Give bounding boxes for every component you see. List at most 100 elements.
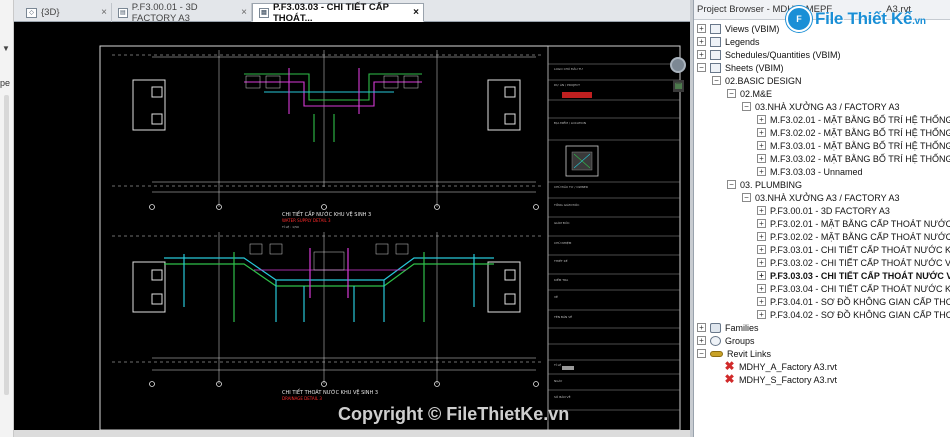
expand-toggle-icon[interactable]: +	[757, 232, 766, 241]
tree-node-label: 03.NHÀ XƯỞNG A3 / FACTORY A3	[755, 101, 900, 112]
tree-node-sheet-p-f3-02-01[interactable]: + P.F3.02.01 - MẶT BẰNG CẤP THOÁT NƯỚC T…	[757, 217, 950, 230]
tree-node-sheet-p-f3-03-02[interactable]: + P.F3.03.02 - CHI TIẾT CẤP THOÁT NƯỚC V…	[757, 256, 950, 269]
revit-window: ▼ pe ◇ {3D} × ▤ P.F3.00.01 - 3D FACTORY …	[0, 0, 950, 437]
expand-toggle-icon[interactable]: +	[697, 336, 706, 345]
collapse-toggle-icon[interactable]: −	[712, 76, 721, 85]
close-icon[interactable]: ×	[413, 7, 419, 18]
view-tools: ▤	[670, 57, 688, 97]
tree-node-sheet-p-f3-03-04[interactable]: + P.F3.03.04 - CHI TIẾT CẤP THOÁT NƯỚC K…	[757, 282, 950, 295]
expand-toggle-icon[interactable]: +	[757, 167, 766, 176]
tree-node-label: P.F3.03.02 - CHI TIẾT CẤP THOÁT NƯỚC VỆ …	[770, 257, 950, 268]
properties-scrollbar[interactable]	[4, 95, 9, 395]
tree-node-sheet-p-f3-00-01[interactable]: + P.F3.00.01 - 3D FACTORY A3	[757, 204, 890, 217]
tree-node-label: 03.NHÀ XƯỞNG A3 / FACTORY A3	[755, 192, 900, 203]
expand-toggle-icon[interactable]: +	[757, 128, 766, 137]
collapse-arrow-icon[interactable]: ▼	[2, 44, 10, 53]
zoom-icon[interactable]: ▤	[673, 80, 684, 92]
expand-toggle-icon[interactable]: +	[757, 284, 766, 293]
collapse-toggle-icon[interactable]: −	[727, 180, 736, 189]
tree-node-basic-design[interactable]: − 02.BASIC DESIGN	[712, 74, 802, 87]
tree-node-sheet-p-f3-04-02[interactable]: + P.F3.04.02 - SƠ ĐỒ KHÔNG GIAN CẤP THOÁ…	[757, 308, 950, 321]
tree-node-sheet-m-f3-03-01[interactable]: + M.F3.03.01 - MẶT BẰNG BỐ TRÍ HỆ THỐNG …	[757, 139, 950, 152]
expand-toggle-icon[interactable]: +	[697, 24, 706, 33]
tree-node-link-architecture[interactable]: ✖ MDHY_A_Factory A3.rvt	[724, 360, 837, 373]
expand-toggle-icon[interactable]: +	[697, 50, 706, 59]
tree-node-label: P.F3.03.01 - CHI TIẾT CẤP THOÁT NƯỚC KHU…	[770, 244, 950, 255]
tree-node-label: M.F3.03.02 - MẶT BẰNG BỐ TRÍ HỆ THỐNG CH…	[770, 153, 950, 164]
tree-node-sheets[interactable]: − Sheets (VBIM)	[697, 61, 784, 74]
tree-node-sheet-p-f3-03-01[interactable]: + P.F3.03.01 - CHI TIẾT CẤP THOÁT NƯỚC K…	[757, 243, 950, 256]
tree-node-sheet-p-f3-02-02[interactable]: + P.F3.02.02 - MẶT BẰNG CẤP THOÁT NƯỚC T…	[757, 230, 950, 243]
lower-drawing-subtitle: DRAINAGE DETAIL 3	[282, 396, 322, 401]
svg-text:DỰ ÁN / PROJECT: DỰ ÁN / PROJECT	[554, 82, 580, 87]
tree-node-schedules[interactable]: + Schedules/Quantities (VBIM)	[697, 48, 841, 61]
navigation-wheel-icon[interactable]	[670, 57, 686, 73]
tree-node-plumbing[interactable]: − 03. PLUMBING	[727, 178, 802, 191]
expand-toggle-icon[interactable]: +	[757, 206, 766, 215]
tree-node-sheet-m-f3-03-03[interactable]: + M.F3.03.03 - Unnamed	[757, 165, 863, 178]
close-icon[interactable]: ×	[241, 7, 247, 18]
sheet-icon: ▤	[118, 7, 128, 18]
expand-toggle-icon[interactable]: +	[697, 37, 706, 46]
tree-node-label: MDHY_S_Factory A3.rvt	[739, 374, 838, 385]
tree-node-plumbing-factory-a3[interactable]: − 03.NHÀ XƯỞNG A3 / FACTORY A3	[742, 191, 899, 204]
svg-text:TỈ LỆ: TỈ LỆ	[553, 362, 561, 367]
families-icon	[710, 322, 721, 333]
sheets-icon	[710, 62, 721, 73]
expand-toggle-icon[interactable]: +	[757, 141, 766, 150]
canvas-horizontal-scrollbar[interactable]	[14, 430, 690, 437]
collapse-toggle-icon[interactable]: −	[742, 193, 751, 202]
tab-label: P.F3.00.01 - 3D FACTORY A3	[131, 1, 198, 24]
tree-node-sheet-m-f3-02-02[interactable]: + M.F3.02.02 - MẶT BẰNG BỐ TRÍ HỆ THỐNG …	[757, 126, 950, 139]
expand-toggle-icon[interactable]: +	[757, 245, 766, 254]
collapse-toggle-icon[interactable]: −	[742, 102, 751, 111]
collapse-toggle-icon[interactable]: −	[697, 63, 706, 72]
tree-node-me-factory-a3[interactable]: − 03.NHÀ XƯỞNG A3 / FACTORY A3	[742, 100, 899, 113]
tree-node-label: P.F3.04.02 - SƠ ĐỒ KHÔNG GIAN CẤP THOÁT …	[770, 309, 950, 320]
tree-node-families[interactable]: + Families	[697, 321, 759, 334]
close-icon[interactable]: ×	[101, 7, 107, 18]
tree-node-label: M.F3.03.01 - MẶT BẰNG BỐ TRÍ HỆ THỐNG CH…	[770, 140, 950, 151]
expand-toggle-icon[interactable]: +	[757, 271, 766, 280]
expand-toggle-icon[interactable]: +	[757, 258, 766, 267]
tree-node-label: P.F3.03.04 - CHI TIẾT CẤP THOÁT NƯỚC KHU…	[770, 283, 950, 294]
tree-node-views[interactable]: + Views (VBIM)	[697, 22, 779, 35]
upper-drawing-subtitle: WATER SUPPLY DETAIL 3	[282, 218, 331, 223]
properties-label-fragment: pe	[0, 78, 11, 88]
tree-node-label: Groups	[725, 335, 755, 346]
expand-toggle-icon[interactable]: +	[757, 219, 766, 228]
expand-toggle-icon[interactable]: +	[757, 297, 766, 306]
svg-text:ĐỊA ĐIỂM / LOCATION: ĐỊA ĐIỂM / LOCATION	[554, 120, 586, 125]
schedules-icon	[710, 49, 721, 60]
svg-text:LOGO CHỦ ĐẦU TƯ: LOGO CHỦ ĐẦU TƯ	[554, 66, 583, 71]
tree-node-link-structure[interactable]: ✖ MDHY_S_Factory A3.rvt	[724, 373, 837, 386]
tree-node-me[interactable]: − 02.M&E	[727, 87, 772, 100]
collapse-toggle-icon[interactable]: −	[727, 89, 736, 98]
drawing-canvas[interactable]: LOGO CHỦ ĐẦU TƯ DỰ ÁN / PROJECT ĐỊA ĐIỂM…	[14, 22, 690, 437]
copyright-watermark: Copyright © FileThietKe.vn	[338, 404, 570, 424]
tree-node-legends[interactable]: + Legends	[697, 35, 760, 48]
lower-drawing-title: CHI TIẾT THOÁT NƯỚC KHU VỆ SINH 3	[282, 388, 378, 396]
tree-node-sheet-m-f3-03-02[interactable]: + M.F3.03.02 - MẶT BẰNG BỐ TRÍ HỆ THỐNG …	[757, 152, 950, 165]
project-browser: Project Browser - MDHY_MEPF A3.rvt F Fil…	[693, 0, 950, 437]
collapse-toggle-icon[interactable]: −	[697, 349, 706, 358]
tree-node-label: Views (VBIM)	[725, 23, 780, 34]
tree-node-sheet-m-f3-02-01[interactable]: + M.F3.02.01 - MẶT BẰNG BỐ TRÍ HỆ THỐNG …	[757, 113, 950, 126]
svg-text:CHỦ NHIỆM: CHỦ NHIỆM	[554, 240, 572, 245]
tab-3d[interactable]: ◇ {3D} ×	[20, 3, 112, 22]
svg-text:TÊN BẢN VẼ: TÊN BẢN VẼ	[553, 314, 572, 319]
tab-3d-factory-a3[interactable]: ▤ P.F3.00.01 - 3D FACTORY A3 ×	[112, 1, 252, 24]
expand-toggle-icon[interactable]: +	[697, 323, 706, 332]
tab-active-sheet[interactable]: ▤ P.F3.03.03 - CHI TIẾT CẤP THOÁT... ×	[252, 2, 424, 24]
views-icon	[710, 23, 721, 34]
expand-toggle-icon[interactable]: +	[757, 115, 766, 124]
tree-node-sheet-p-f3-03-03-current[interactable]: + P.F3.03.03 - CHI TIẾT CẤP THOÁT NƯỚC V…	[757, 269, 950, 282]
tree-node-groups[interactable]: + Groups	[697, 334, 755, 347]
tree-node-label: Sheets (VBIM)	[725, 62, 784, 73]
expand-toggle-icon[interactable]: +	[757, 310, 766, 319]
tree-node-sheet-p-f3-04-01[interactable]: + P.F3.04.01 - SƠ ĐỒ KHÔNG GIAN CẤP THOÁ…	[757, 295, 950, 308]
tree-node-label: P.F3.00.01 - 3D FACTORY A3	[770, 205, 890, 216]
tree-node-label: P.F3.02.02 - MẶT BẰNG CẤP THOÁT NƯỚC TỔN	[770, 231, 950, 242]
expand-toggle-icon[interactable]: +	[757, 154, 766, 163]
tree-node-label: Families	[725, 322, 759, 333]
